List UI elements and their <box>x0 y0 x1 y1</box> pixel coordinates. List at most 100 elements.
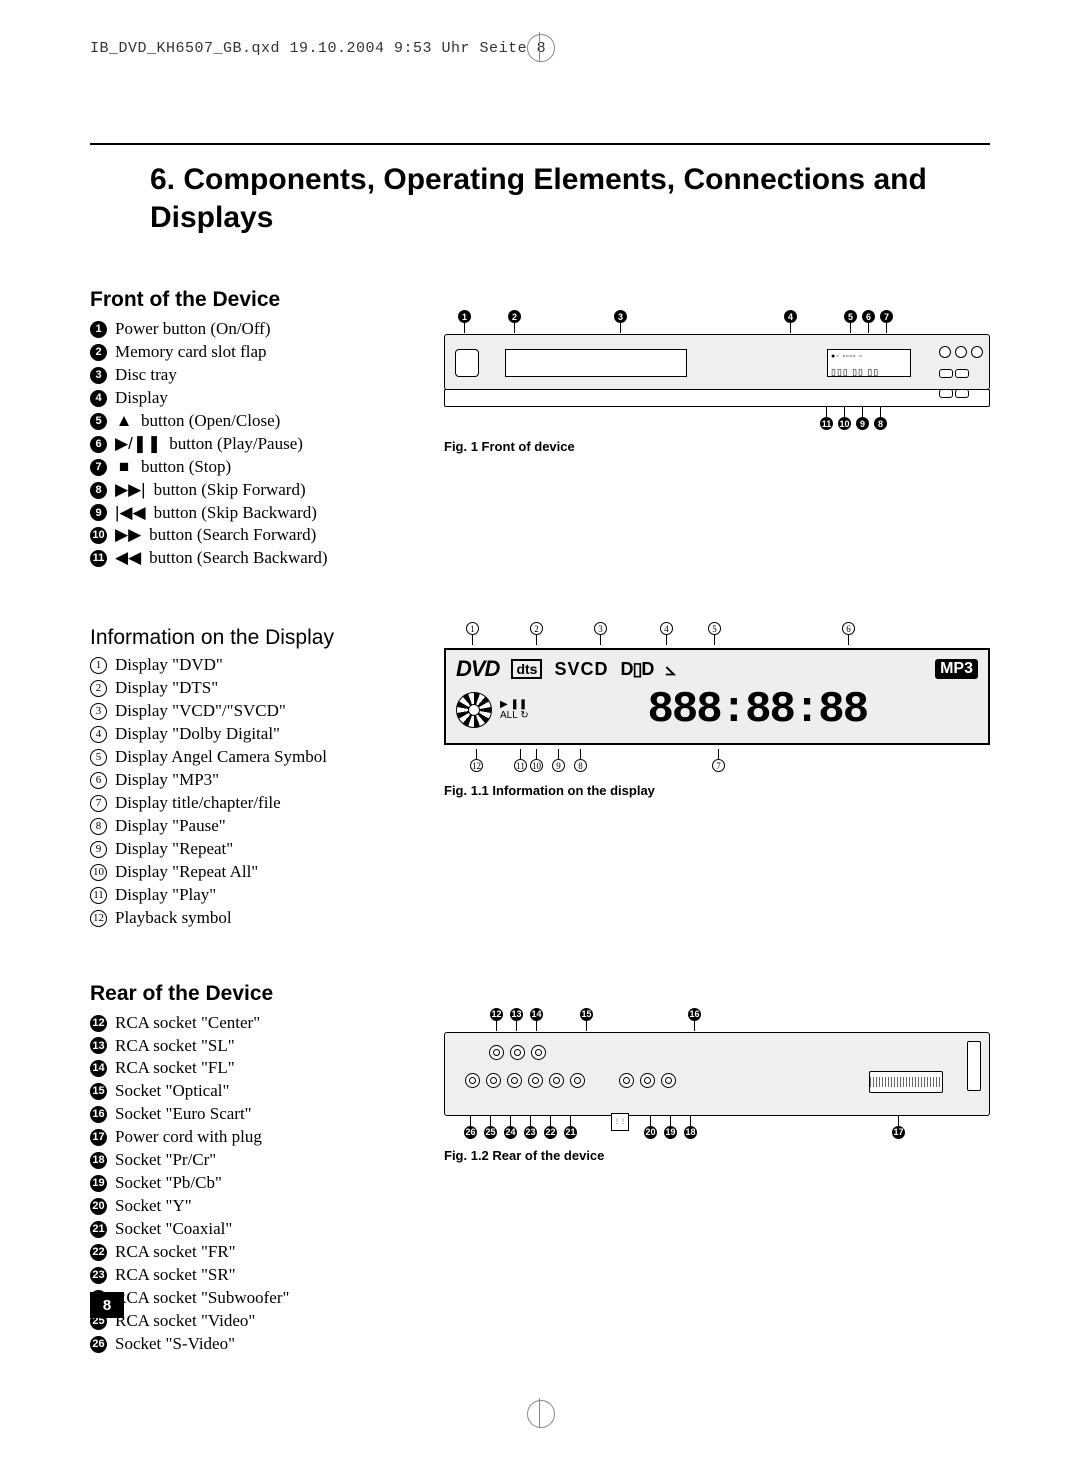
item-text: button (Skip Forward) <box>154 479 306 502</box>
callout-number-outline-icon: 8 <box>574 759 587 772</box>
bullet-solid-icon: 15 <box>90 1083 107 1100</box>
callout-number-solid-icon: 6 <box>862 310 875 323</box>
list-item: 25RCA socket "Video" <box>90 1310 410 1333</box>
callout-number-solid-icon: 12 <box>490 1008 503 1021</box>
callout: 16 <box>688 1008 701 1031</box>
lead-line-icon <box>490 1116 491 1126</box>
item-text: RCA socket "FL" <box>115 1057 235 1080</box>
lead-line-icon <box>694 1021 695 1031</box>
callout: 7 <box>880 310 893 333</box>
list-item: 1Power button (On/Off) <box>90 318 410 341</box>
list-item: 17Power cord with plug <box>90 1126 410 1149</box>
callout: 17 <box>892 1116 905 1139</box>
callout: 13 <box>510 1008 523 1031</box>
playback-spin-icon <box>456 692 492 728</box>
lead-line-icon <box>570 1116 571 1126</box>
callout: 4 <box>784 310 797 333</box>
lead-line-icon <box>868 323 869 333</box>
lead-line-icon <box>862 407 863 417</box>
bullet-outline-icon: 10 <box>90 864 107 881</box>
symbol-icon: |◀◀ <box>115 502 146 525</box>
list-item: 23RCA socket "SR" <box>90 1264 410 1287</box>
front-item-list: 1Power button (On/Off)2Memory card slot … <box>90 318 410 570</box>
lead-line-icon <box>580 749 581 759</box>
item-text: Socket "Y" <box>115 1195 192 1218</box>
lead-line-icon <box>586 1021 587 1031</box>
item-text: Display "Play" <box>115 884 216 907</box>
item-text: Power cord with plug <box>115 1126 262 1149</box>
front-display-icon: ●◦ ▫▫▫▫ ▫ ▯▯▯ ▯▯ ▯▯ <box>827 349 911 377</box>
lead-line-icon <box>510 1116 511 1126</box>
symbol-icon: ▶▶ <box>115 524 141 547</box>
callout-number-solid-icon: 7 <box>880 310 893 323</box>
item-text: Power button (On/Off) <box>115 318 271 341</box>
list-item: 22RCA socket "FR" <box>90 1241 410 1264</box>
list-item: 1Display "DVD" <box>90 654 410 677</box>
lead-line-icon <box>470 1116 471 1126</box>
callout-number-outline-icon: 4 <box>660 622 673 635</box>
lead-line-icon <box>516 1021 517 1031</box>
symbol-icon: ▲ <box>115 410 133 433</box>
item-text: RCA socket "Video" <box>115 1310 255 1333</box>
list-item: 2Display "DTS" <box>90 677 410 700</box>
lead-line-icon <box>550 1116 551 1126</box>
list-item: 10▶▶button (Search Forward) <box>90 524 410 547</box>
bullet-solid-icon: 10 <box>90 527 107 544</box>
lead-line-icon <box>826 407 827 417</box>
callout-number-outline-icon: 6 <box>842 622 855 635</box>
item-text: Display "Pause" <box>115 815 226 838</box>
callout: 8 <box>874 407 887 430</box>
bullet-outline-icon: 1 <box>90 657 107 674</box>
callout-number-solid-icon: 24 <box>504 1126 517 1139</box>
item-text: Playback symbol <box>115 907 232 930</box>
front-callouts-top: 1234567 <box>444 310 990 334</box>
bullet-solid-icon: 7 <box>90 459 107 476</box>
lead-line-icon <box>600 635 601 645</box>
callout: 2 <box>530 622 543 645</box>
lead-line-icon <box>880 407 881 417</box>
callout: 15 <box>580 1008 593 1031</box>
callout: 11 <box>514 749 527 772</box>
list-item: 2Memory card slot flap <box>90 341 410 364</box>
item-text: Display "Repeat All" <box>115 861 258 884</box>
list-item: 12Playback symbol <box>90 907 410 930</box>
callout-number-solid-icon: 26 <box>464 1126 477 1139</box>
item-text: Display "Repeat" <box>115 838 233 861</box>
list-item: 18Socket "Pr/Cr" <box>90 1149 410 1172</box>
lead-line-icon <box>886 323 887 333</box>
lead-line-icon <box>844 407 845 417</box>
item-text: button (Open/Close) <box>141 410 280 433</box>
bullet-solid-icon: 8 <box>90 482 107 499</box>
display-diagram: 123456 DVD dts SVCD D▯D ⦣ MP3 ▶ ❚❚ ALL ↻… <box>444 622 990 775</box>
bullet-outline-icon: 8 <box>90 818 107 835</box>
callout: 9 <box>552 749 565 772</box>
item-text: Display "DTS" <box>115 677 218 700</box>
bullet-outline-icon: 11 <box>90 887 107 904</box>
item-text: Socket "Pr/Cr" <box>115 1149 216 1172</box>
callout: 3 <box>594 622 607 645</box>
item-text: Memory card slot flap <box>115 341 267 364</box>
rear-callouts-bottom: 26252423222120191817 <box>444 1116 990 1140</box>
callout-number-solid-icon: 17 <box>892 1126 905 1139</box>
list-item: 26Socket "S-Video" <box>90 1333 410 1356</box>
rear-item-list: 12RCA socket "Center"13RCA socket "SL"14… <box>90 1012 410 1356</box>
list-item: 9|◀◀button (Skip Backward) <box>90 502 410 525</box>
callout: 3 <box>614 310 627 333</box>
bullet-solid-icon: 20 <box>90 1198 107 1215</box>
bullet-solid-icon: 23 <box>90 1267 107 1284</box>
section-title: 6. Components, Operating Elements, Conne… <box>150 161 930 236</box>
front-callouts-bottom: 111098 <box>444 407 990 431</box>
device-front-base <box>444 389 990 407</box>
list-item: 16Socket "Euro Scart" <box>90 1103 410 1126</box>
item-text: RCA socket "Subwoofer" <box>115 1287 289 1310</box>
callout-number-outline-icon: 9 <box>552 759 565 772</box>
callout-number-solid-icon: 2 <box>508 310 521 323</box>
list-item: 21Socket "Coaxial" <box>90 1218 410 1241</box>
callout-number-solid-icon: 8 <box>874 417 887 430</box>
front-fig-caption: Fig. 1 Front of device <box>444 439 990 454</box>
callout-number-solid-icon: 4 <box>784 310 797 323</box>
bullet-solid-icon: 21 <box>90 1221 107 1238</box>
rear-fig-caption: Fig. 1.2 Rear of the device <box>444 1148 990 1163</box>
lead-line-icon <box>898 1116 899 1126</box>
lead-line-icon <box>666 635 667 645</box>
